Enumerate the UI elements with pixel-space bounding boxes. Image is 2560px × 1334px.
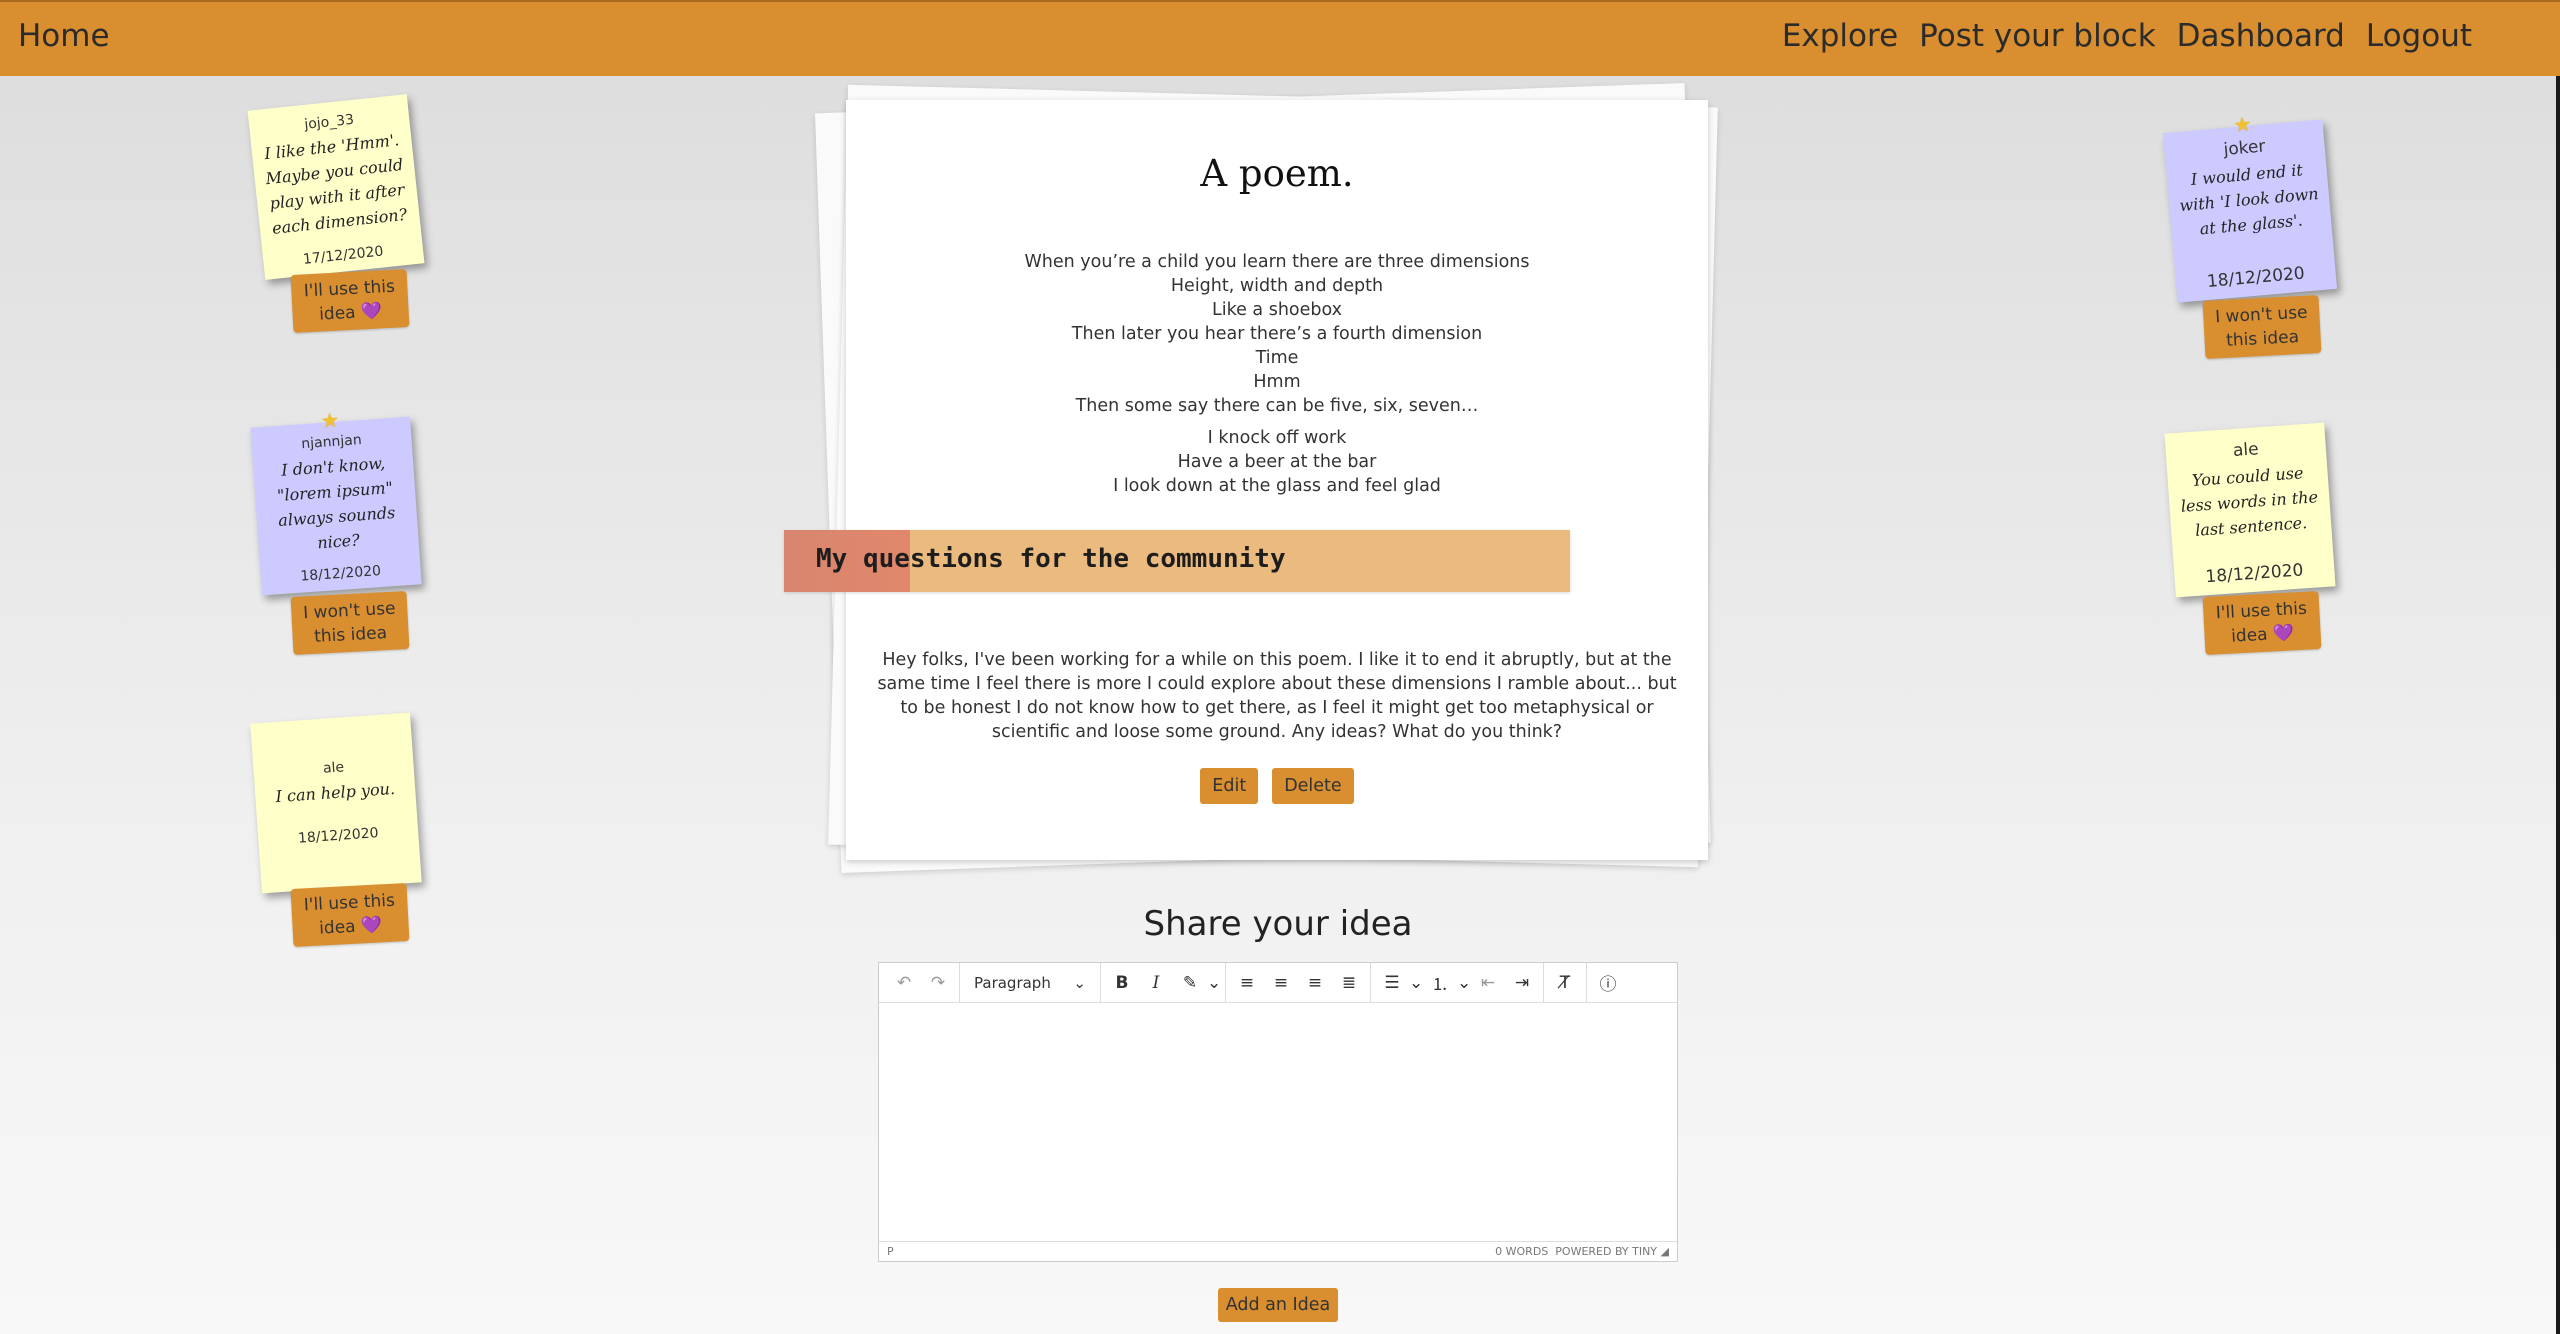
numbered-list-icon[interactable]: ⒈ (1423, 970, 1457, 995)
poem-line: I knock off work (1207, 428, 1347, 448)
chevron-down-icon[interactable]: ⌄ (1457, 973, 1471, 993)
element-path[interactable]: P (887, 1245, 894, 1258)
help-icon[interactable]: ⓘ (1591, 970, 1625, 995)
nav-dashboard-link[interactable]: Dashboard (2177, 18, 2345, 54)
poem-body: When you’re a child you learn there are … (846, 250, 1708, 498)
block-description: Hey folks, I've been working for a while… (877, 650, 1677, 742)
window-edge (2556, 76, 2560, 1334)
block-card: A poem. When you’re a child you learn th… (846, 100, 1708, 860)
poem-line: Height, width and depth (1170, 276, 1384, 296)
star-icon: ★ (320, 407, 340, 433)
note-message: You could use less words in the last sen… (2180, 463, 2319, 540)
poem-line: Have a beer at the bar (1177, 452, 1377, 472)
poem-line: I look down at the glass and feel glad (1113, 476, 1441, 496)
wont-use-idea-label: I won't use this idea (2214, 302, 2309, 351)
heart-icon: 💜 (360, 301, 383, 323)
poem-line: Then some say there can be five, six, se… (1075, 396, 1479, 416)
word-count[interactable]: 0 WORDS (1495, 1245, 1548, 1258)
note-date: 18/12/2020 (2204, 560, 2305, 588)
clear-format-icon[interactable]: T̸ (1548, 973, 1582, 993)
idea-note: ale I can help you. 18/12/2020 (250, 712, 422, 894)
block-format-select[interactable]: Paragraph ⌄ (964, 974, 1096, 992)
poem-stanza: I knock off work Have a beer at the bar … (846, 426, 1708, 498)
use-idea-button[interactable]: I'll use this idea 💜 (290, 269, 410, 333)
statusbar-right: 0 WORDS POWERED BY TINY ◢ (1495, 1245, 1669, 1258)
poem-line: When you’re a child you learn there are … (1024, 252, 1530, 272)
align-right-icon[interactable]: ≡ (1298, 973, 1332, 993)
toolbar-divider (1543, 962, 1544, 1003)
chevron-down-icon[interactable]: ⌄ (1409, 973, 1423, 993)
nav-home-link[interactable]: Home (18, 18, 110, 54)
editor-statusbar: P 0 WORDS POWERED BY TINY ◢ (879, 1241, 1677, 1261)
highlight-icon[interactable]: ✎ (1173, 973, 1207, 993)
chevron-down-icon: ⌄ (1073, 973, 1086, 992)
note-message: I don't know, "lorem ipsum" always sound… (276, 453, 396, 553)
note-message: I would end it with 'I look down at the … (2178, 160, 2320, 239)
delete-button[interactable]: Delete (1272, 768, 1354, 804)
nav-links: Explore Post your block Dashboard Logout (1761, 18, 2472, 54)
poem-line: Time (1255, 348, 1299, 368)
wont-use-idea-button[interactable]: I won't use this idea (290, 591, 410, 655)
add-idea-button[interactable]: Add an Idea (1218, 1288, 1338, 1322)
questions-heading-bar: My questions for the community (784, 530, 1570, 592)
editor-toolbar: ↶ ↷ Paragraph ⌄ B I ✎ ⌄ ≡ ≡ ≡ ≣ ☰ ⌄ ⒈ ⌄ ⇤… (879, 962, 1677, 1003)
toolbar-divider (959, 962, 960, 1003)
editor-content-area[interactable] (879, 1003, 1677, 1243)
align-justify-icon[interactable]: ≣ (1332, 973, 1366, 993)
wont-use-idea-button[interactable]: I won't use this idea (2202, 295, 2322, 359)
redo-icon[interactable]: ↷ (921, 973, 955, 993)
bullet-list-icon[interactable]: ☰ (1375, 973, 1409, 993)
poem-line: Like a shoebox (1211, 300, 1343, 320)
star-icon: ★ (2232, 111, 2253, 138)
use-idea-button[interactable]: I'll use this idea 💜 (2202, 591, 2322, 655)
idea-note: ★ joker I would end it with 'I look down… (2162, 112, 2338, 303)
outdent-icon[interactable]: ⇤ (1471, 973, 1505, 993)
toolbar-divider (1586, 962, 1587, 1003)
card-actions: Edit Delete (846, 768, 1708, 804)
chevron-down-icon[interactable]: ⌄ (1207, 973, 1221, 993)
bold-icon[interactable]: B (1105, 973, 1139, 993)
note-date: 18/12/2020 (299, 563, 382, 585)
poem-title: A poem. (1200, 152, 1354, 195)
block-format-value: Paragraph (974, 973, 1051, 992)
edit-button[interactable]: Edit (1200, 768, 1259, 804)
idea-note: jojo_33 I like the 'Hmm'. Maybe you coul… (247, 94, 425, 280)
rich-text-editor: ↶ ↷ Paragraph ⌄ B I ✎ ⌄ ≡ ≡ ≡ ≣ ☰ ⌄ ⒈ ⌄ ⇤… (878, 962, 1678, 1262)
powered-by-link[interactable]: POWERED BY TINY (1555, 1245, 1657, 1258)
note-date: 18/12/2020 (2206, 263, 2306, 292)
navbar: Home Explore Post your block Dashboard L… (0, 0, 2560, 76)
poem-line: Then later you hear there’s a fourth dim… (1071, 324, 1483, 344)
indent-icon[interactable]: ⇥ (1505, 973, 1539, 993)
align-left-icon[interactable]: ≡ (1230, 973, 1264, 993)
undo-icon[interactable]: ↶ (887, 973, 921, 993)
note-date: 17/12/2020 (302, 243, 385, 268)
nav-post-block-link[interactable]: Post your block (1919, 18, 2156, 54)
resize-handle-icon[interactable]: ◢ (1661, 1245, 1669, 1258)
poem-stanza: When you’re a child you learn there are … (846, 250, 1708, 418)
italic-icon[interactable]: I (1139, 973, 1173, 993)
heart-icon: 💜 (2272, 623, 2295, 645)
idea-note: ale You could use less words in the last… (2164, 422, 2336, 598)
nav-logout-link[interactable]: Logout (2366, 18, 2472, 54)
share-idea-title: Share your idea (1143, 904, 1413, 944)
note-message: I like the 'Hmm'. Maybe you could play w… (263, 130, 408, 238)
nav-explore-link[interactable]: Explore (1782, 18, 1898, 54)
align-center-icon[interactable]: ≡ (1264, 973, 1298, 993)
wont-use-idea-label: I won't use this idea (302, 598, 397, 647)
toolbar-divider (1370, 962, 1371, 1003)
questions-heading: My questions for the community (816, 544, 1286, 574)
toolbar-divider (1100, 962, 1101, 1003)
idea-note: ★ njannjan I don't know, "lorem ipsum" a… (250, 408, 422, 596)
note-date: 18/12/2020 (297, 825, 380, 847)
poem-line: Hmm (1253, 372, 1301, 392)
toolbar-divider (1225, 962, 1226, 1003)
